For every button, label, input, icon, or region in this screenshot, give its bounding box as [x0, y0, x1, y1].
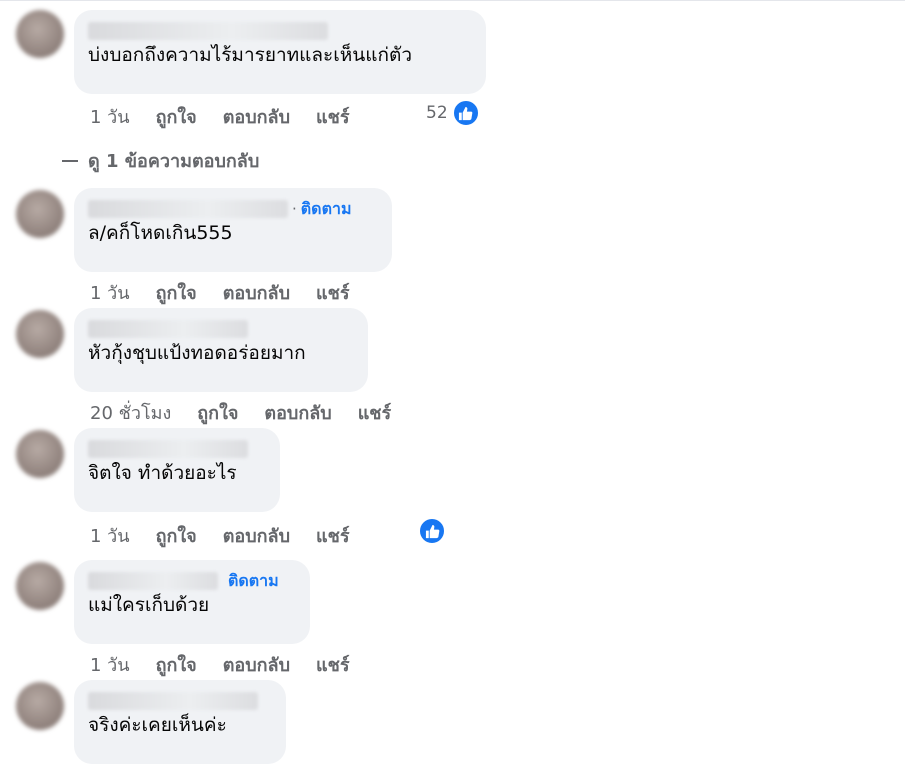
comment-text: จิตใจ ทำด้วยอะไร — [88, 462, 237, 484]
share-button[interactable]: แชร์ — [316, 521, 350, 550]
comment-bubble: ติดตาม แม่ใครเก็บด้วย — [74, 560, 310, 644]
avatar[interactable] — [16, 10, 64, 58]
avatar[interactable] — [16, 562, 64, 610]
comment-text: จริงค่ะเคยเห็นค่ะ — [88, 714, 227, 736]
avatar[interactable] — [16, 190, 64, 238]
reply-button[interactable]: ตอบกลับ — [223, 521, 290, 550]
comment-bubble: จริงค่ะเคยเห็นค่ะ — [74, 680, 286, 764]
reaction-summary[interactable]: 52 — [426, 99, 480, 127]
separator-dot: · — [292, 200, 297, 218]
comment-time[interactable]: 20 ชั่วโมง — [90, 398, 171, 427]
like-button[interactable]: ถูกใจ — [156, 521, 197, 550]
thumbs-up-icon — [451, 99, 480, 127]
like-button[interactable]: ถูกใจ — [197, 398, 238, 427]
comment-actions: 1 วัน ถูกใจ ตอบกลับ แชร์ — [90, 650, 376, 679]
author-name[interactable] — [88, 200, 288, 218]
reply-thread-line — [62, 159, 78, 162]
thumbs-up-icon — [418, 517, 446, 545]
like-button[interactable]: ถูกใจ — [156, 278, 197, 307]
share-button[interactable]: แชร์ — [316, 650, 350, 679]
reply-button[interactable]: ตอบกลับ — [223, 278, 290, 307]
comment-actions: 1 วัน ถูกใจ ตอบกลับ แชร์ — [90, 102, 376, 131]
share-button[interactable]: แชร์ — [316, 102, 350, 131]
avatar[interactable] — [16, 310, 64, 358]
author-name[interactable] — [88, 692, 258, 710]
share-button[interactable]: แชร์ — [358, 398, 392, 427]
comment-text: บ่งบอกถึงความไร้มารยาทและเห็นแก่ตัว — [88, 44, 413, 66]
reaction-summary[interactable] — [414, 517, 446, 545]
reply-button[interactable]: ตอบกลับ — [264, 398, 331, 427]
share-button[interactable]: แชร์ — [316, 278, 350, 307]
reply-button[interactable]: ตอบกลับ — [223, 102, 290, 131]
comment-time[interactable]: 1 วัน — [90, 278, 130, 307]
comment-time[interactable]: 1 วัน — [90, 102, 130, 131]
author-name[interactable] — [88, 320, 248, 338]
top-divider — [0, 0, 905, 1]
comment-actions: 20 ชั่วโมง ถูกใจ ตอบกลับ แชร์ — [90, 398, 417, 427]
author-name[interactable] — [88, 22, 328, 40]
comment-text: ล/คก็โหดเกิน555 — [88, 222, 233, 244]
comment-actions: 1 วัน ถูกใจ ตอบกลับ แชร์ — [90, 521, 376, 550]
comment-bubble: บ่งบอกถึงความไร้มารยาทและเห็นแก่ตัว — [74, 10, 486, 94]
reply-button[interactable]: ตอบกลับ — [223, 650, 290, 679]
view-replies-label: ดู 1 ข้อความตอบกลับ — [88, 151, 260, 172]
comment-time[interactable]: 1 วัน — [90, 650, 130, 679]
view-replies-link[interactable]: ดู 1 ข้อความตอบกลับ — [62, 146, 259, 175]
avatar[interactable] — [16, 682, 64, 730]
comment-text: แม่ใครเก็บด้วย — [88, 594, 210, 616]
comment-text: หัวกุ้งชุบแป้งทอดอร่อยมาก — [88, 342, 306, 364]
comment-bubble: · ติดตาม ล/คก็โหดเกิน555 — [74, 188, 392, 272]
comment-bubble: หัวกุ้งชุบแป้งทอดอร่อยมาก — [74, 308, 368, 392]
author-name[interactable] — [88, 440, 248, 458]
comment-time[interactable]: 1 วัน — [90, 521, 130, 550]
avatar[interactable] — [16, 430, 64, 478]
follow-button[interactable]: ติดตาม — [301, 197, 352, 222]
like-button[interactable]: ถูกใจ — [156, 650, 197, 679]
comment-actions: 1 วัน ถูกใจ ตอบกลับ แชร์ — [90, 278, 376, 307]
comment-bubble: จิตใจ ทำด้วยอะไร — [74, 428, 280, 512]
author-name[interactable] — [88, 572, 218, 590]
follow-button[interactable]: ติดตาม — [228, 569, 279, 594]
reaction-count: 52 — [426, 103, 448, 123]
like-button[interactable]: ถูกใจ — [156, 102, 197, 131]
